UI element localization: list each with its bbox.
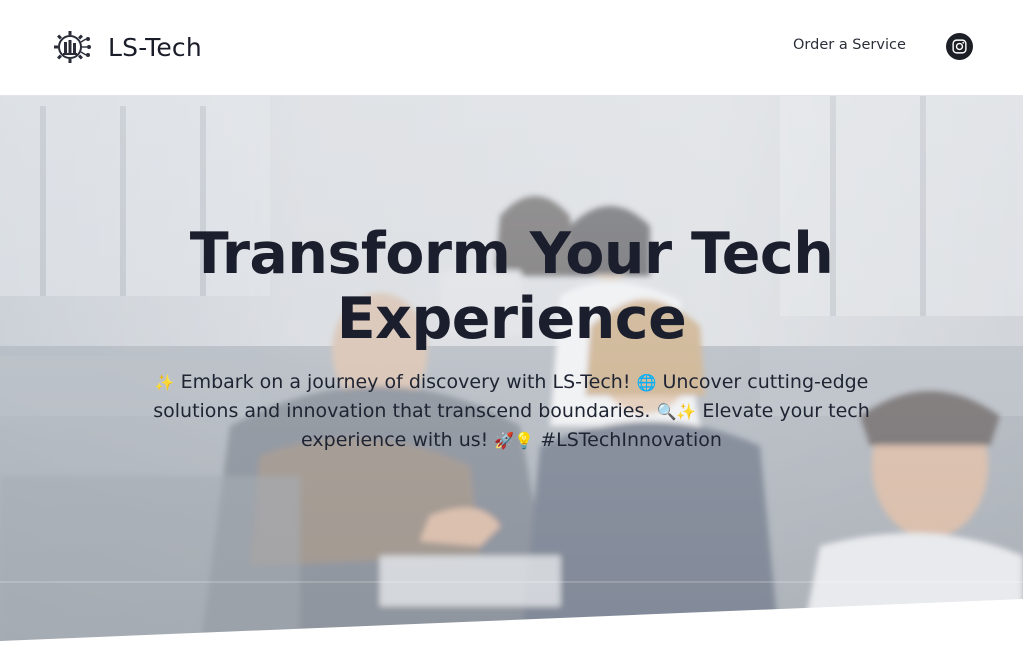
hero-description-line-1: ✨ Embark on a journey of discovery with … (150, 368, 873, 397)
hero-text-segment: Elevate your tech (696, 400, 870, 422)
hero-description-line-2: solutions and innovation that transcend … (150, 397, 873, 426)
hero-title-line-2: Experience (336, 286, 687, 352)
instagram-icon (952, 39, 967, 54)
hero-text-segment: experience with us! (301, 429, 495, 451)
hero-text-segment: Embark on a journey of discovery with LS… (174, 371, 637, 393)
gear-circuit-logo-icon (54, 31, 91, 63)
hero-section: Transform Your Tech Experience ✨ Embark … (0, 96, 1023, 649)
hero-title: Transform Your Tech Experience (0, 222, 1023, 352)
instagram-link[interactable] (946, 33, 973, 60)
hero-description: ✨ Embark on a journey of discovery with … (150, 368, 873, 455)
hero-hashtag: #LSTechInnovation (534, 429, 722, 451)
site-header: LS-Tech Order a Service (0, 0, 1023, 96)
magnifier-sparkles-icon: 🔍✨ (656, 402, 697, 421)
brand-home-link[interactable]: LS-Tech (52, 27, 202, 67)
hero-text-segment: solutions and innovation that transcend … (153, 400, 657, 422)
hero-description-line-3: experience with us! 🚀💡 #LSTechInnovation (150, 426, 873, 455)
order-service-link[interactable]: Order a Service (793, 37, 906, 53)
globe-icon: 🌐 (636, 373, 657, 392)
rocket-bulb-icon: 🚀💡 (494, 431, 535, 450)
hero-title-line-1: Transform Your Tech (189, 221, 834, 287)
hero-text-segment: Uncover cutting-edge (656, 371, 869, 393)
brand-name: LS-Tech (108, 32, 202, 62)
sparkles-icon: ✨ (154, 373, 175, 392)
